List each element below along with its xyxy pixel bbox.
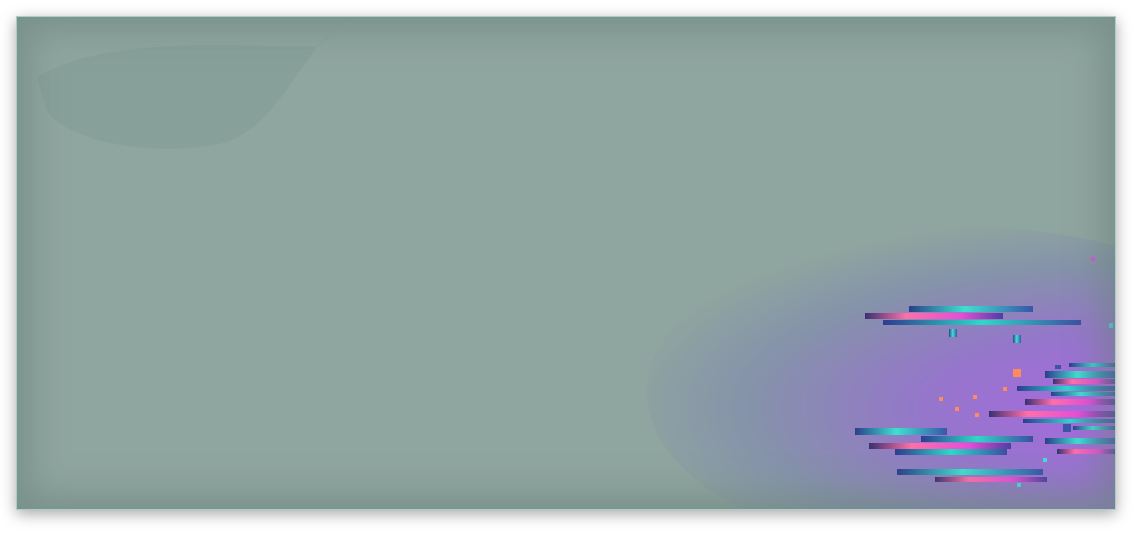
glitch-bar (1109, 323, 1113, 328)
glitch-bar (1069, 363, 1115, 367)
glitch-bar (869, 443, 1011, 449)
glitch-bar (921, 436, 1033, 442)
glitch-bar (1025, 399, 1115, 405)
glitch-bar (909, 306, 1033, 312)
glitch-bar (1055, 365, 1061, 369)
glitch-bar (1043, 458, 1047, 462)
glitch-bar (1051, 392, 1115, 396)
glitch-bar (865, 313, 1003, 319)
glitch-bar (1073, 426, 1115, 430)
glitch-bar (973, 395, 977, 399)
glitch-bar (935, 477, 1047, 482)
glitch-bar (897, 469, 1043, 475)
glitch-bar (975, 413, 979, 417)
glitch-bar (1057, 449, 1115, 454)
glitch-bar (1013, 369, 1021, 377)
glitch-bar (1045, 371, 1115, 378)
glitch-bar (949, 329, 957, 337)
glitch-bar (1017, 483, 1021, 487)
glitch-bar (1091, 257, 1095, 261)
glitch-bar (955, 407, 959, 411)
app-window (16, 16, 1116, 510)
glitch-bar (1023, 419, 1115, 423)
glitch-bar (1053, 379, 1115, 384)
glitch-bar (1063, 424, 1071, 432)
glitch-bar (895, 449, 1007, 455)
glitch-bar (1017, 386, 1115, 391)
glitch-bar (1003, 387, 1007, 391)
glitch-bar (883, 320, 1081, 325)
glitch-bar (1045, 438, 1115, 444)
glitch-bar (939, 397, 943, 401)
glitch-bar (855, 428, 947, 435)
glitch-stripes-decoration (855, 257, 1115, 487)
glitch-bar (1013, 335, 1021, 343)
glitch-bar (989, 411, 1115, 417)
